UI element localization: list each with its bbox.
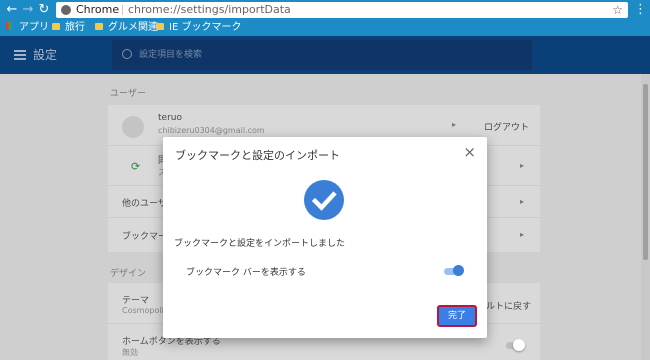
- close-icon[interactable]: ×: [463, 143, 476, 161]
- profile-name: teruo: [158, 113, 182, 123]
- theme-label: テーマ: [122, 296, 150, 306]
- settings-header: 設定 設定項目を検索: [0, 36, 650, 74]
- toggle-knob: [513, 339, 525, 351]
- import-bookmarks-label: ブックマー: [122, 232, 168, 242]
- done-button[interactable]: 完了: [437, 305, 477, 327]
- bookmark-label: アプリ: [19, 22, 49, 33]
- reload-icon[interactable]: ↻: [36, 2, 52, 18]
- other-users-label: 他のユーザ: [122, 199, 167, 209]
- hamburger-menu-icon[interactable]: [14, 50, 26, 62]
- import-dialog: ブックマークと設定のインポート × ブックマークと設定をインポートしました ブッ…: [163, 137, 487, 338]
- chevron-right-icon: ▸: [519, 230, 524, 239]
- address-divider: [122, 5, 123, 15]
- folder-icon: [95, 22, 103, 30]
- reset-theme-button[interactable]: ルトに戻す: [486, 299, 531, 312]
- url-text: chrome://settings/importData: [128, 3, 291, 16]
- search-icon: [122, 49, 132, 59]
- bookmark-folder-travel[interactable]: 旅行: [52, 20, 85, 36]
- avatar: [122, 116, 144, 138]
- bookmark-label: 旅行: [65, 22, 85, 33]
- bookmarks-bar: アプリ 旅行 グルメ関連 IE ブックマーク: [0, 20, 650, 36]
- profile-email: chibizeru0304@gmail.com: [158, 126, 265, 135]
- search-placeholder: 設定項目を検索: [139, 50, 203, 60]
- scrollbar-thumb[interactable]: [643, 84, 648, 260]
- logout-button[interactable]: ログアウト: [484, 120, 529, 133]
- bookmark-label: グルメ関連: [108, 22, 158, 33]
- home-button-sublabel: 無効: [122, 348, 138, 357]
- apps-grid-icon: [6, 22, 14, 30]
- chevron-right-icon: ▸: [519, 197, 524, 206]
- bookmark-apps[interactable]: アプリ: [6, 20, 49, 36]
- menu-dots-icon[interactable]: ⋮: [634, 2, 647, 18]
- page-title: 設定: [33, 48, 58, 62]
- back-arrow-icon[interactable]: ←: [4, 2, 20, 18]
- dialog-message: ブックマークと設定をインポートしました: [174, 239, 346, 249]
- chevron-right-icon: ▸: [519, 161, 524, 170]
- browser-toolbar: ← → ↻ Chrome chrome://settings/importDat…: [0, 0, 650, 20]
- checkmark-icon: [304, 180, 344, 220]
- section-label-design: デザイン: [110, 269, 147, 279]
- bookmark-folder-ie[interactable]: IE ブックマーク: [156, 20, 241, 36]
- folder-icon: [52, 22, 60, 30]
- forward-arrow-icon[interactable]: →: [20, 2, 36, 18]
- chrome-logo-icon: [61, 5, 71, 15]
- chevron-right-icon: ▸: [451, 120, 456, 129]
- sync-icon: ⟳: [131, 160, 141, 173]
- show-bookmark-bar-label: ブックマーク バーを表示する: [186, 268, 306, 278]
- dialog-title: ブックマークと設定のインポート: [175, 149, 340, 162]
- section-label-user: ユーザー: [110, 89, 146, 99]
- bookmark-star-icon[interactable]: ☆: [612, 2, 623, 18]
- theme-sublabel: Cosmopoli: [122, 306, 164, 315]
- folder-icon: [156, 22, 164, 30]
- toggle-knob: [453, 265, 464, 276]
- bookmark-label: IE ブックマーク: [169, 22, 242, 33]
- bookmark-folder-gourmet[interactable]: グルメ関連: [95, 20, 158, 36]
- address-bar[interactable]: Chrome chrome://settings/importData ☆: [56, 2, 628, 18]
- site-label: Chrome: [76, 3, 120, 16]
